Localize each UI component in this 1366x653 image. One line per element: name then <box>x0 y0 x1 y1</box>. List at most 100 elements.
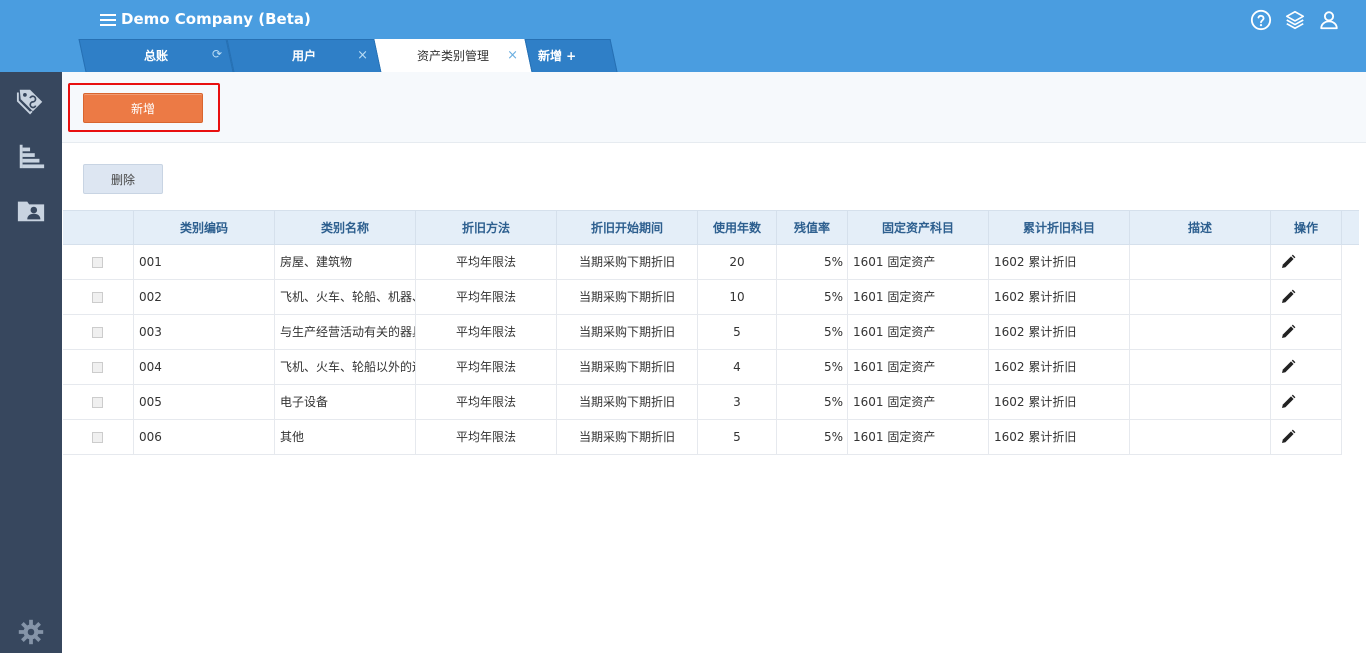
column-header-rate[interactable]: 残值率 <box>777 211 848 245</box>
start-period-cell: 当期采购下期折旧 <box>557 350 698 384</box>
select-cell <box>63 350 134 384</box>
description-cell <box>1130 420 1271 454</box>
table-row[interactable]: 001 房屋、建筑物 平均年限法 当期采购下期折旧 20 5% 1601 固定资产 1602 … <box>63 245 1342 280</box>
row-checkbox[interactable] <box>92 257 103 268</box>
edit-pencil-icon[interactable] <box>1280 429 1296 445</box>
row-checkbox[interactable] <box>92 327 103 338</box>
code-cell: 005 <box>134 385 275 419</box>
years-cell: 3 <box>698 385 777 419</box>
select-cell <box>63 385 134 419</box>
years-cell: 20 <box>698 245 777 279</box>
column-header-asset-account[interactable]: 固定资产科目 <box>848 211 989 245</box>
start-period-cell: 当期采购下期折旧 <box>557 280 698 314</box>
tab-general-ledger[interactable]: 总账 ⟳ <box>78 39 234 72</box>
toolbar-area <box>62 72 1366 143</box>
name-cell: 其他 <box>275 420 416 454</box>
layers-icon[interactable] <box>1284 9 1306 31</box>
highlight-box <box>68 83 220 132</box>
tag-icon[interactable] <box>15 84 47 116</box>
column-header-start[interactable]: 折旧开始期间 <box>557 211 698 245</box>
edit-pencil-icon[interactable] <box>1280 324 1296 340</box>
action-cell <box>1271 350 1342 384</box>
tab-label: 用户 <box>291 49 316 63</box>
rate-cell: 5% <box>777 315 848 349</box>
column-header-method[interactable]: 折旧方法 <box>416 211 557 245</box>
help-icon[interactable] <box>1250 9 1272 31</box>
edit-pencil-icon[interactable] <box>1280 359 1296 375</box>
tab-label: 新增 + <box>538 49 577 63</box>
description-cell <box>1130 315 1271 349</box>
name-cell: 飞机、火车、轮船以外的运输工具 <box>275 350 416 384</box>
table-row[interactable]: 003与生产经营活动有关的器具、工具、家具等平均年限法当期采购下期折旧55%16… <box>63 315 1342 350</box>
code-cell: 003 <box>134 315 275 349</box>
description-cell <box>1130 350 1271 384</box>
table-row[interactable]: 005 电子设备 平均年限法 当期采购下期折旧 3 5% 1601 固定资产 1602 累计折… <box>63 385 1342 420</box>
asset-account-cell: 1601 固定资产 <box>848 315 989 349</box>
table-row[interactable]: 004飞机、火车、轮船以外的运输工具平均年限法当期采购下期折旧45%1601 固… <box>63 350 1342 385</box>
rate-cell: 5% <box>777 420 848 454</box>
column-header-years[interactable]: 使用年数 <box>698 211 777 245</box>
asset-account-cell: 1601 固定资产 <box>848 350 989 384</box>
company-name[interactable]: Demo Company (Beta) <box>121 10 311 28</box>
action-cell <box>1271 385 1342 419</box>
method-cell: 平均年限法 <box>416 350 557 384</box>
start-period-cell: 当期采购下期折旧 <box>557 245 698 279</box>
bar-chart-icon[interactable] <box>15 140 47 172</box>
method-cell: 平均年限法 <box>416 385 557 419</box>
action-cell <box>1271 245 1342 279</box>
column-header-name[interactable]: 类别名称 <box>275 211 416 245</box>
tab-users[interactable]: 用户 × <box>226 39 382 72</box>
edit-pencil-icon[interactable] <box>1280 254 1296 270</box>
years-cell: 4 <box>698 350 777 384</box>
column-header-actions: 操作 <box>1271 211 1342 245</box>
edit-pencil-icon[interactable] <box>1280 289 1296 305</box>
rate-cell: 5% <box>777 385 848 419</box>
method-cell: 平均年限法 <box>416 315 557 349</box>
table-row[interactable]: 002飞机、火车、轮船、机器、机械和其他生产设备平均年限法当期采购下期折旧105… <box>63 280 1342 315</box>
tab-label: 资产类别管理 <box>416 49 489 63</box>
description-cell <box>1130 245 1271 279</box>
select-cell <box>63 280 134 314</box>
select-cell <box>63 245 134 279</box>
code-cell: 001 <box>134 245 275 279</box>
column-header-code[interactable]: 类别编码 <box>134 211 275 245</box>
asset-account-cell: 1601 固定资产 <box>848 280 989 314</box>
column-header-description[interactable]: 描述 <box>1130 211 1271 245</box>
close-icon[interactable]: × <box>357 48 368 63</box>
delete-button[interactable]: 删除 <box>83 164 163 194</box>
name-cell: 电子设备 <box>275 385 416 419</box>
settings-gear-icon[interactable] <box>15 616 47 648</box>
code-cell: 006 <box>134 420 275 454</box>
table-row[interactable]: 006 其他 平均年限法 当期采购下期折旧 5 5% 1601 固定资产 1602 累计折旧 <box>63 420 1342 455</box>
refresh-icon[interactable]: ⟳ <box>212 47 222 61</box>
dep-account-cell: 1602 累计折旧 <box>989 350 1130 384</box>
name-cell: 房屋、建筑物 <box>275 245 416 279</box>
description-cell <box>1130 385 1271 419</box>
years-cell: 5 <box>698 315 777 349</box>
hamburger-menu-icon[interactable] <box>100 12 116 28</box>
row-checkbox[interactable] <box>92 292 103 303</box>
user-icon[interactable] <box>1318 9 1340 31</box>
rate-cell: 5% <box>777 280 848 314</box>
row-checkbox[interactable] <box>92 432 103 443</box>
years-cell: 10 <box>698 280 777 314</box>
column-header-dep-account[interactable]: 累计折旧科目 <box>989 211 1130 245</box>
dep-account-cell: 1602 累计折旧 <box>989 245 1130 279</box>
contacts-folder-icon[interactable] <box>15 194 47 226</box>
tab-asset-category[interactable]: 资产类别管理 × <box>374 39 532 72</box>
rate-cell: 5% <box>777 245 848 279</box>
row-checkbox[interactable] <box>92 397 103 408</box>
code-cell: 004 <box>134 350 275 384</box>
select-cell <box>63 420 134 454</box>
method-cell: 平均年限法 <box>416 420 557 454</box>
edit-pencil-icon[interactable] <box>1280 394 1296 410</box>
tab-new[interactable]: 新增 + <box>524 39 618 72</box>
start-period-cell: 当期采购下期折旧 <box>557 315 698 349</box>
rate-cell: 5% <box>777 350 848 384</box>
table-header: 类别编码 类别名称 折旧方法 折旧开始期间 使用年数 残值率 固定资产科目 累计… <box>63 210 1359 245</box>
name-cell: 与生产经营活动有关的器具、工具、家具等 <box>275 315 416 349</box>
column-header-select[interactable] <box>63 211 134 245</box>
row-checkbox[interactable] <box>92 362 103 373</box>
close-icon[interactable]: × <box>507 48 518 63</box>
description-cell <box>1130 280 1271 314</box>
